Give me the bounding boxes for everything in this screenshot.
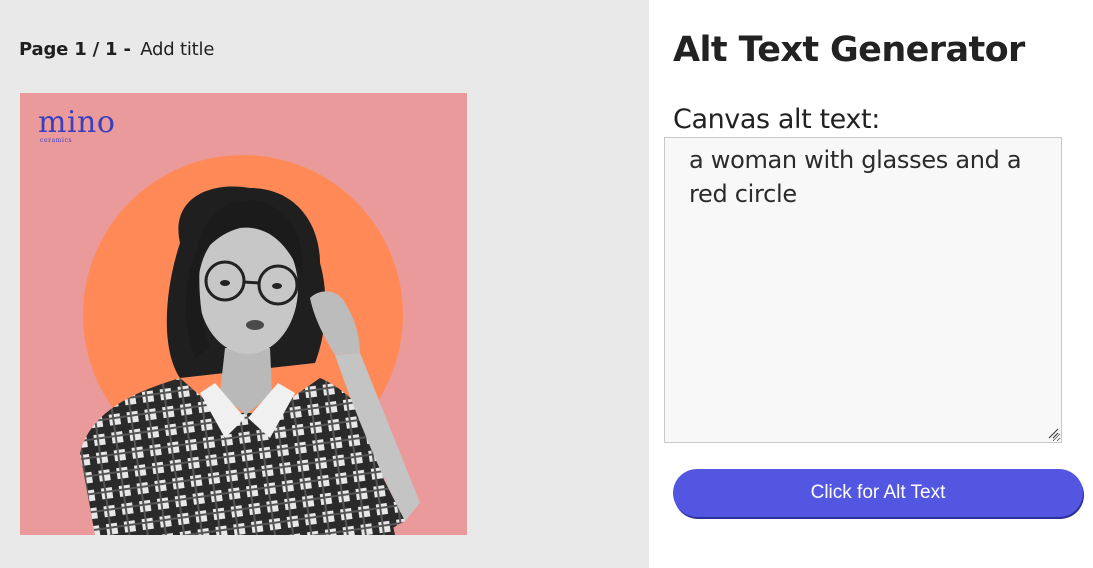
panel-heading: Alt Text Generator (673, 30, 1025, 70)
alt-text-panel: Alt Text Generator Canvas alt text: a wo… (649, 0, 1093, 568)
alt-text-field-label: Canvas alt text: (673, 104, 880, 135)
canvas-area: Page 1 / 1 - Add title mino ceramics (0, 0, 649, 568)
page-indicator: Page 1 / 1 - Add title (19, 39, 214, 60)
page-number-label: Page 1 / 1 - (19, 39, 131, 60)
resize-handle-icon[interactable] (1047, 427, 1059, 439)
design-page[interactable]: mino ceramics (20, 93, 467, 535)
alt-text-textarea[interactable]: a woman with glasses and a red circle (664, 137, 1062, 443)
logo-wordmark: mino (38, 105, 116, 140)
woman-photo (80, 186, 420, 535)
add-title-link[interactable]: Add title (140, 39, 214, 60)
mino-logo: mino ceramics (38, 105, 116, 145)
generate-alt-text-button[interactable]: Click for Alt Text (673, 469, 1083, 517)
